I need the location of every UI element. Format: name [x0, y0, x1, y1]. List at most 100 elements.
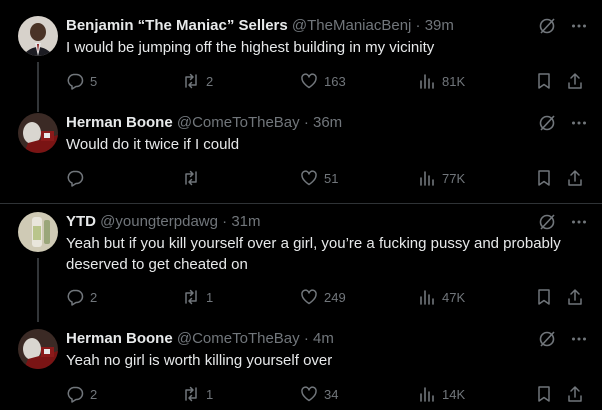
views-icon	[418, 288, 436, 306]
tweet-top-icons	[538, 16, 588, 36]
timestamp[interactable]: 31m	[231, 213, 260, 230]
repost-count: 1	[206, 386, 214, 402]
share-icon	[566, 288, 584, 306]
reply-count: 2	[90, 289, 98, 305]
views-count: 14K	[442, 386, 466, 402]
share-icon	[566, 385, 584, 403]
tweet-header: YTD @youngterpdawg · 31m	[66, 212, 261, 232]
bookmark-button[interactable]	[535, 384, 553, 404]
timestamp[interactable]: 36m	[313, 114, 342, 131]
like-button[interactable]: 51	[300, 168, 338, 188]
views-count: 81K	[442, 73, 466, 89]
like-button[interactable]: 249	[300, 287, 346, 307]
reply-button[interactable]: 2	[66, 384, 97, 404]
user-handle[interactable]: @ComeToTheBay	[177, 114, 300, 131]
heart-icon	[300, 72, 318, 90]
display-name[interactable]: Herman Boone	[66, 330, 173, 347]
like-button[interactable]: 163	[300, 71, 346, 91]
tweet-top-icons	[538, 113, 588, 133]
repost-count: 2	[206, 73, 214, 89]
bookmark-icon	[535, 72, 553, 90]
views-button[interactable]: 81K	[418, 71, 465, 91]
tweet-top-icons	[538, 212, 588, 232]
bookmark-icon	[535, 385, 553, 403]
repost-count: 1	[206, 289, 214, 305]
repost-button[interactable]: 1	[182, 384, 213, 404]
reply-icon	[66, 385, 84, 403]
tweet[interactable]: Benjamin “The Maniac” Sellers @TheManiac…	[0, 16, 602, 96]
tweet-text: Yeah no girl is worth killing yourself o…	[66, 352, 333, 369]
reply-button[interactable]	[66, 168, 90, 188]
avatar[interactable]	[18, 212, 58, 252]
repost-icon	[182, 385, 200, 403]
like-count: 163	[324, 73, 346, 89]
share-button[interactable]	[566, 287, 584, 307]
tweet-header: Herman Boone @ComeToTheBay · 36m	[66, 113, 342, 133]
share-button[interactable]	[566, 384, 584, 404]
tweet-text: Yeah but if you kill yourself over a gir…	[66, 235, 561, 273]
reply-icon	[66, 288, 84, 306]
tweet-actions: 51 77K	[66, 168, 588, 188]
like-button[interactable]: 34	[300, 384, 338, 404]
more-options-icon[interactable]	[570, 330, 588, 348]
separator-dot: ·	[303, 114, 309, 131]
bookmark-button[interactable]	[535, 287, 553, 307]
reply-button[interactable]: 2	[66, 287, 97, 307]
bookmark-button[interactable]	[535, 168, 553, 188]
tweet-actions: 2 1 34 14K	[66, 384, 588, 404]
repost-icon	[182, 72, 200, 90]
share-button[interactable]	[566, 168, 584, 188]
display-name[interactable]: Herman Boone	[66, 114, 173, 131]
display-name[interactable]: Benjamin “The Maniac” Sellers	[66, 17, 288, 34]
display-name[interactable]: YTD	[66, 213, 96, 230]
separator-dot: ·	[222, 213, 228, 230]
more-options-icon[interactable]	[570, 114, 588, 132]
user-handle[interactable]: @TheManiacBenj	[292, 17, 411, 34]
bookmark-icon	[535, 288, 553, 306]
like-count: 249	[324, 289, 346, 305]
avatar[interactable]	[18, 113, 58, 153]
repost-button[interactable]	[182, 168, 206, 188]
views-icon	[418, 385, 436, 403]
separator-dot: ·	[415, 17, 421, 34]
views-button[interactable]: 47K	[418, 287, 465, 307]
like-count: 34	[324, 386, 339, 402]
repost-icon	[182, 288, 200, 306]
views-button[interactable]: 77K	[418, 168, 465, 188]
views-count: 47K	[442, 289, 466, 305]
repost-button[interactable]: 2	[182, 71, 213, 91]
share-icon	[566, 169, 584, 187]
reply-icon	[66, 72, 84, 90]
user-handle[interactable]: @youngterpdawg	[100, 213, 218, 230]
tweet-top-icons	[538, 329, 588, 349]
reply-icon	[66, 169, 84, 187]
avatar[interactable]	[18, 16, 58, 56]
share-button[interactable]	[566, 71, 584, 91]
tweet[interactable]: Herman Boone @ComeToTheBay · 36m Would d…	[0, 113, 602, 193]
reply-count: 2	[90, 386, 98, 402]
views-button[interactable]: 14K	[418, 384, 465, 404]
grok-icon[interactable]	[538, 330, 556, 348]
reply-button[interactable]: 5	[66, 71, 97, 91]
bookmark-button[interactable]	[535, 71, 553, 91]
tweet-text: Would do it twice if I could	[66, 136, 240, 153]
tweet[interactable]: YTD @youngterpdawg · 31m Yeah but if you…	[0, 212, 602, 307]
views-count: 77K	[442, 170, 466, 186]
tweet-actions: 2 1 249 47K	[66, 287, 588, 307]
bookmark-icon	[535, 169, 553, 187]
avatar[interactable]	[18, 329, 58, 369]
tweet-header: Herman Boone @ComeToTheBay · 4m	[66, 329, 334, 349]
heart-icon	[300, 288, 318, 306]
more-options-icon[interactable]	[570, 213, 588, 231]
heart-icon	[300, 169, 318, 187]
grok-icon[interactable]	[538, 17, 556, 35]
tweet[interactable]: Herman Boone @ComeToTheBay · 4m Yeah no …	[0, 329, 602, 407]
user-handle[interactable]: @ComeToTheBay	[177, 330, 300, 347]
grok-icon[interactable]	[538, 114, 556, 132]
repost-button[interactable]: 1	[182, 287, 213, 307]
more-options-icon[interactable]	[570, 17, 588, 35]
timestamp[interactable]: 4m	[313, 330, 334, 347]
share-icon	[566, 72, 584, 90]
timestamp[interactable]: 39m	[425, 17, 454, 34]
grok-icon[interactable]	[538, 213, 556, 231]
